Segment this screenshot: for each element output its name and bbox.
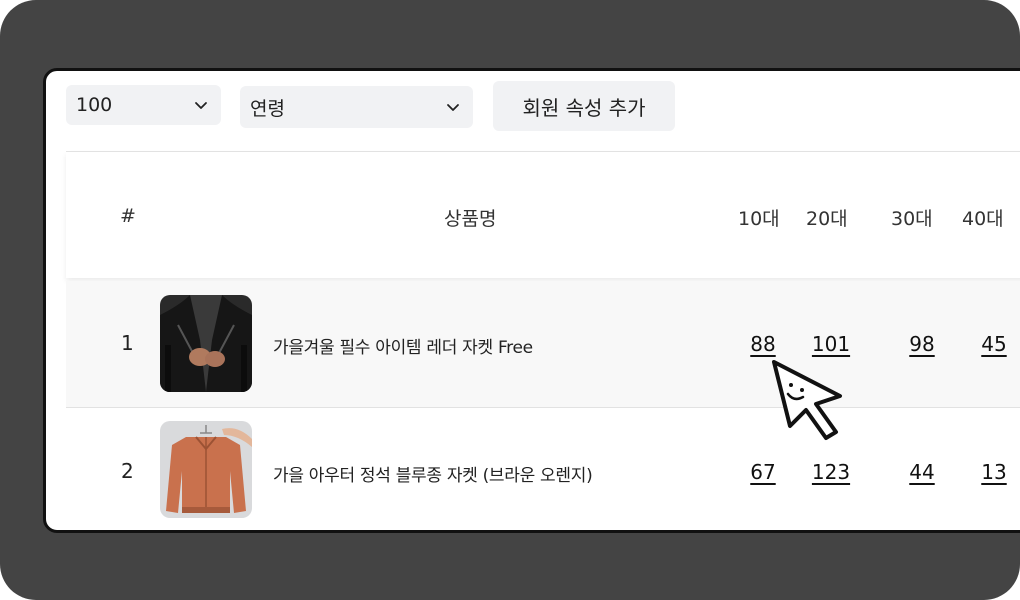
- row-rank: 1: [121, 331, 134, 355]
- chevron-down-icon: [195, 102, 207, 109]
- age-40-count[interactable]: 13: [964, 460, 1020, 484]
- table-row: 2 가을 아우터 정석 블루종 자켓 (브라운 오렌지) 67 123 44 1…: [66, 409, 1020, 530]
- age-10-count[interactable]: 67: [733, 460, 793, 484]
- add-member-attribute-button[interactable]: 회원 속성 추가: [493, 81, 675, 131]
- age-40-count[interactable]: 45: [964, 332, 1020, 356]
- screenshot-frame: 100 연령 회원 속성 추가 # 상품명 10대 20대 30대 40대 1: [0, 0, 1020, 600]
- count-select[interactable]: 100: [66, 85, 221, 125]
- header-age-20: 20대: [806, 208, 848, 230]
- chevron-down-icon: [447, 104, 459, 111]
- header-product-name: 상품명: [444, 208, 497, 230]
- blouson-jacket-thumbnail: [160, 421, 252, 518]
- hand-drawn-cursor-icon: [772, 360, 842, 440]
- table-row: 1 가을겨울 필수 아이템 레더 자켓 Free 88 101 98 45: [66, 281, 1020, 408]
- age-30-count[interactable]: 98: [892, 332, 952, 356]
- count-select-value: 100: [76, 94, 113, 116]
- product-name: 가을겨울 필수 아이템 레더 자켓 Free: [273, 338, 533, 358]
- product-name: 가을 아우터 정석 블루종 자켓 (브라운 오렌지): [273, 466, 593, 486]
- header-age-30: 30대: [891, 208, 933, 230]
- table-header: # 상품명 10대 20대 30대 40대: [66, 152, 1020, 278]
- stats-panel: 100 연령 회원 속성 추가 # 상품명 10대 20대 30대 40대 1: [43, 68, 1020, 533]
- group-select-value: 연령: [250, 97, 285, 120]
- row-rank: 2: [121, 459, 134, 483]
- header-age-10: 10대: [738, 208, 780, 230]
- age-30-count[interactable]: 44: [892, 460, 952, 484]
- header-age-40: 40대: [962, 208, 1004, 230]
- leather-jacket-thumbnail: [160, 295, 252, 392]
- group-select[interactable]: 연령: [240, 86, 473, 128]
- header-rank: #: [120, 205, 136, 227]
- age-20-count[interactable]: 123: [801, 460, 861, 484]
